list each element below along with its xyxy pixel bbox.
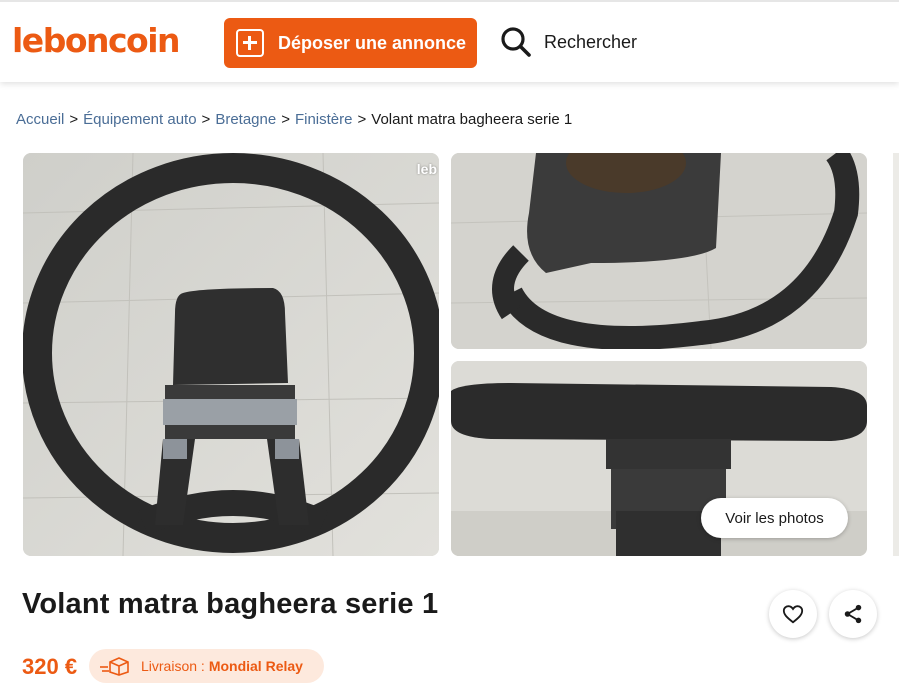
breadcrumb-department[interactable]: Finistère [295, 111, 353, 128]
breadcrumb-home[interactable]: Accueil [16, 111, 64, 128]
breadcrumb-separator: > [281, 111, 290, 128]
post-ad-button[interactable]: Déposer une annonce [224, 18, 477, 68]
breadcrumb-separator: > [69, 111, 79, 128]
watermark-logo: leb [416, 161, 437, 177]
delivery-carrier: Mondial Relay [208, 658, 303, 674]
search-button[interactable]: Rechercher [500, 22, 637, 62]
favorite-button[interactable] [769, 590, 817, 638]
ad-price: 320 € [22, 654, 78, 679]
breadcrumb-separator: > [201, 111, 211, 128]
leboncoin-logo[interactable]: leboncoin [12, 21, 181, 61]
share-button[interactable] [829, 590, 877, 638]
breadcrumb-current: Volant matra bagheera serie 1 [371, 111, 573, 128]
breadcrumb-separator: > [357, 111, 367, 128]
delivery-truck-icon [100, 657, 129, 676]
heart-icon [782, 605, 804, 624]
breadcrumb-category[interactable]: Équipement auto [83, 111, 196, 128]
see-photos-button[interactable]: Voir les photos [701, 498, 848, 538]
breadcrumb: Accueil > Équipement auto > Bretagne > Finistè… [16, 111, 572, 128]
site-header: leboncoin Déposer une annonce Rechercher [0, 0, 899, 82]
share-icon [844, 604, 862, 624]
plus-square-icon [236, 29, 264, 57]
post-ad-label: Déposer une annonce [278, 32, 467, 53]
search-icon [501, 27, 531, 57]
search-label: Rechercher [544, 31, 638, 52]
ad-title: Volant matra bagheera serie 1 [22, 588, 439, 620]
breadcrumb-region[interactable]: Bretagne [215, 111, 276, 128]
main-photo[interactable]: leb [23, 153, 439, 556]
next-photo-peek [893, 153, 899, 556]
delivery-prefix: Livraison : [141, 658, 205, 674]
secondary-photo[interactable] [451, 153, 867, 349]
delivery-badge: Livraison : Mondial Relay [89, 649, 324, 683]
